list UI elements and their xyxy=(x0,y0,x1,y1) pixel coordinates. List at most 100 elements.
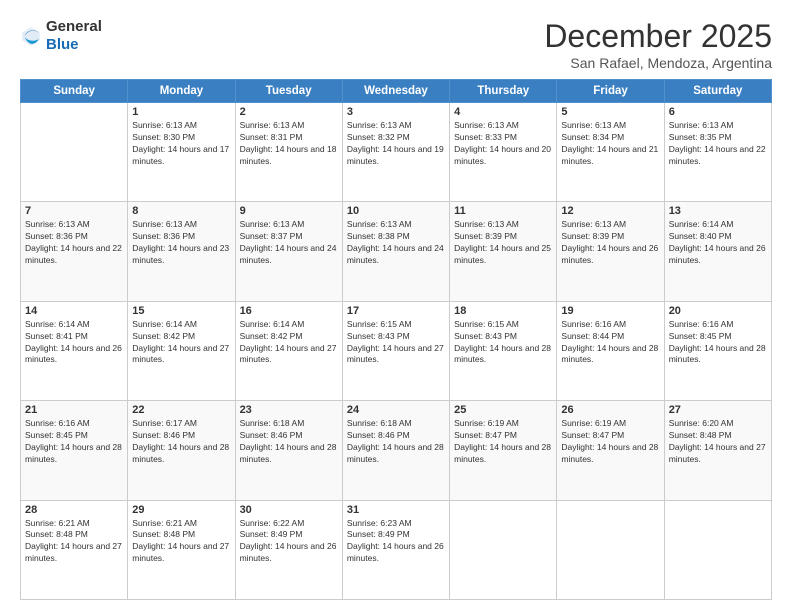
day-info: Sunrise: 6:16 AMSunset: 8:45 PMDaylight:… xyxy=(669,319,767,367)
day-info: Sunrise: 6:13 AMSunset: 8:33 PMDaylight:… xyxy=(454,120,552,168)
day-number: 2 xyxy=(240,106,338,118)
day-number: 19 xyxy=(561,305,659,317)
header: General Blue December 2025 San Rafael, M… xyxy=(20,18,772,71)
day-info: Sunrise: 6:18 AMSunset: 8:46 PMDaylight:… xyxy=(347,418,445,466)
calendar-cell xyxy=(557,500,664,599)
calendar-cell xyxy=(664,500,771,599)
day-number: 3 xyxy=(347,106,445,118)
day-number: 5 xyxy=(561,106,659,118)
month-title: December 2025 xyxy=(544,18,772,55)
day-number: 8 xyxy=(132,205,230,217)
day-info: Sunrise: 6:14 AMSunset: 8:41 PMDaylight:… xyxy=(25,319,123,367)
logo: General Blue xyxy=(20,18,102,54)
calendar-cell xyxy=(450,500,557,599)
calendar-row: 7 Sunrise: 6:13 AMSunset: 8:36 PMDayligh… xyxy=(21,202,772,301)
col-tuesday: Tuesday xyxy=(235,80,342,103)
logo-blue: Blue xyxy=(46,36,79,53)
page: General Blue December 2025 San Rafael, M… xyxy=(0,0,792,612)
location-subtitle: San Rafael, Mendoza, Argentina xyxy=(544,55,772,71)
calendar-cell: 3 Sunrise: 6:13 AMSunset: 8:32 PMDayligh… xyxy=(342,103,449,202)
day-number: 7 xyxy=(25,205,123,217)
day-number: 23 xyxy=(240,404,338,416)
day-info: Sunrise: 6:23 AMSunset: 8:49 PMDaylight:… xyxy=(347,518,445,566)
calendar-cell: 24 Sunrise: 6:18 AMSunset: 8:46 PMDaylig… xyxy=(342,401,449,500)
day-number: 24 xyxy=(347,404,445,416)
day-number: 16 xyxy=(240,305,338,317)
calendar-cell: 8 Sunrise: 6:13 AMSunset: 8:36 PMDayligh… xyxy=(128,202,235,301)
calendar-header-row: Sunday Monday Tuesday Wednesday Thursday… xyxy=(21,80,772,103)
day-number: 9 xyxy=(240,205,338,217)
day-info: Sunrise: 6:14 AMSunset: 8:40 PMDaylight:… xyxy=(669,219,767,267)
calendar-cell: 23 Sunrise: 6:18 AMSunset: 8:46 PMDaylig… xyxy=(235,401,342,500)
day-number: 28 xyxy=(25,504,123,516)
day-info: Sunrise: 6:13 AMSunset: 8:31 PMDaylight:… xyxy=(240,120,338,168)
calendar-cell: 18 Sunrise: 6:15 AMSunset: 8:43 PMDaylig… xyxy=(450,301,557,400)
day-info: Sunrise: 6:21 AMSunset: 8:48 PMDaylight:… xyxy=(132,518,230,566)
calendar-cell: 5 Sunrise: 6:13 AMSunset: 8:34 PMDayligh… xyxy=(557,103,664,202)
day-info: Sunrise: 6:21 AMSunset: 8:48 PMDaylight:… xyxy=(25,518,123,566)
day-number: 12 xyxy=(561,205,659,217)
calendar-cell: 22 Sunrise: 6:17 AMSunset: 8:46 PMDaylig… xyxy=(128,401,235,500)
day-number: 4 xyxy=(454,106,552,118)
day-number: 25 xyxy=(454,404,552,416)
logo-icon xyxy=(20,25,42,47)
day-number: 11 xyxy=(454,205,552,217)
calendar-cell: 14 Sunrise: 6:14 AMSunset: 8:41 PMDaylig… xyxy=(21,301,128,400)
day-number: 21 xyxy=(25,404,123,416)
day-number: 31 xyxy=(347,504,445,516)
calendar-cell: 16 Sunrise: 6:14 AMSunset: 8:42 PMDaylig… xyxy=(235,301,342,400)
calendar-cell: 13 Sunrise: 6:14 AMSunset: 8:40 PMDaylig… xyxy=(664,202,771,301)
calendar-row: 1 Sunrise: 6:13 AMSunset: 8:30 PMDayligh… xyxy=(21,103,772,202)
day-info: Sunrise: 6:13 AMSunset: 8:39 PMDaylight:… xyxy=(454,219,552,267)
calendar-cell: 1 Sunrise: 6:13 AMSunset: 8:30 PMDayligh… xyxy=(128,103,235,202)
calendar-cell: 28 Sunrise: 6:21 AMSunset: 8:48 PMDaylig… xyxy=(21,500,128,599)
day-info: Sunrise: 6:14 AMSunset: 8:42 PMDaylight:… xyxy=(240,319,338,367)
day-number: 27 xyxy=(669,404,767,416)
day-number: 14 xyxy=(25,305,123,317)
day-info: Sunrise: 6:15 AMSunset: 8:43 PMDaylight:… xyxy=(347,319,445,367)
day-number: 13 xyxy=(669,205,767,217)
day-info: Sunrise: 6:19 AMSunset: 8:47 PMDaylight:… xyxy=(561,418,659,466)
day-info: Sunrise: 6:15 AMSunset: 8:43 PMDaylight:… xyxy=(454,319,552,367)
calendar-row: 28 Sunrise: 6:21 AMSunset: 8:48 PMDaylig… xyxy=(21,500,772,599)
day-info: Sunrise: 6:18 AMSunset: 8:46 PMDaylight:… xyxy=(240,418,338,466)
col-wednesday: Wednesday xyxy=(342,80,449,103)
day-number: 29 xyxy=(132,504,230,516)
calendar-cell: 30 Sunrise: 6:22 AMSunset: 8:49 PMDaylig… xyxy=(235,500,342,599)
day-number: 22 xyxy=(132,404,230,416)
day-info: Sunrise: 6:19 AMSunset: 8:47 PMDaylight:… xyxy=(454,418,552,466)
calendar-cell: 7 Sunrise: 6:13 AMSunset: 8:36 PMDayligh… xyxy=(21,202,128,301)
calendar-cell: 25 Sunrise: 6:19 AMSunset: 8:47 PMDaylig… xyxy=(450,401,557,500)
day-number: 18 xyxy=(454,305,552,317)
calendar-table: Sunday Monday Tuesday Wednesday Thursday… xyxy=(20,79,772,600)
calendar-cell: 11 Sunrise: 6:13 AMSunset: 8:39 PMDaylig… xyxy=(450,202,557,301)
day-number: 26 xyxy=(561,404,659,416)
col-monday: Monday xyxy=(128,80,235,103)
calendar-cell: 15 Sunrise: 6:14 AMSunset: 8:42 PMDaylig… xyxy=(128,301,235,400)
calendar-cell: 29 Sunrise: 6:21 AMSunset: 8:48 PMDaylig… xyxy=(128,500,235,599)
col-saturday: Saturday xyxy=(664,80,771,103)
day-info: Sunrise: 6:13 AMSunset: 8:39 PMDaylight:… xyxy=(561,219,659,267)
day-info: Sunrise: 6:17 AMSunset: 8:46 PMDaylight:… xyxy=(132,418,230,466)
day-info: Sunrise: 6:13 AMSunset: 8:34 PMDaylight:… xyxy=(561,120,659,168)
day-info: Sunrise: 6:13 AMSunset: 8:32 PMDaylight:… xyxy=(347,120,445,168)
calendar-cell: 19 Sunrise: 6:16 AMSunset: 8:44 PMDaylig… xyxy=(557,301,664,400)
day-info: Sunrise: 6:20 AMSunset: 8:48 PMDaylight:… xyxy=(669,418,767,466)
day-info: Sunrise: 6:13 AMSunset: 8:30 PMDaylight:… xyxy=(132,120,230,168)
day-info: Sunrise: 6:13 AMSunset: 8:35 PMDaylight:… xyxy=(669,120,767,168)
logo-general: General xyxy=(46,18,102,35)
calendar-cell: 10 Sunrise: 6:13 AMSunset: 8:38 PMDaylig… xyxy=(342,202,449,301)
day-info: Sunrise: 6:13 AMSunset: 8:36 PMDaylight:… xyxy=(25,219,123,267)
calendar-cell: 20 Sunrise: 6:16 AMSunset: 8:45 PMDaylig… xyxy=(664,301,771,400)
title-block: December 2025 San Rafael, Mendoza, Argen… xyxy=(544,18,772,71)
calendar-cell: 26 Sunrise: 6:19 AMSunset: 8:47 PMDaylig… xyxy=(557,401,664,500)
calendar-cell: 6 Sunrise: 6:13 AMSunset: 8:35 PMDayligh… xyxy=(664,103,771,202)
calendar-cell: 21 Sunrise: 6:16 AMSunset: 8:45 PMDaylig… xyxy=(21,401,128,500)
calendar-cell: 17 Sunrise: 6:15 AMSunset: 8:43 PMDaylig… xyxy=(342,301,449,400)
day-number: 10 xyxy=(347,205,445,217)
day-number: 1 xyxy=(132,106,230,118)
calendar-cell: 31 Sunrise: 6:23 AMSunset: 8:49 PMDaylig… xyxy=(342,500,449,599)
day-info: Sunrise: 6:16 AMSunset: 8:44 PMDaylight:… xyxy=(561,319,659,367)
day-info: Sunrise: 6:13 AMSunset: 8:38 PMDaylight:… xyxy=(347,219,445,267)
day-info: Sunrise: 6:16 AMSunset: 8:45 PMDaylight:… xyxy=(25,418,123,466)
